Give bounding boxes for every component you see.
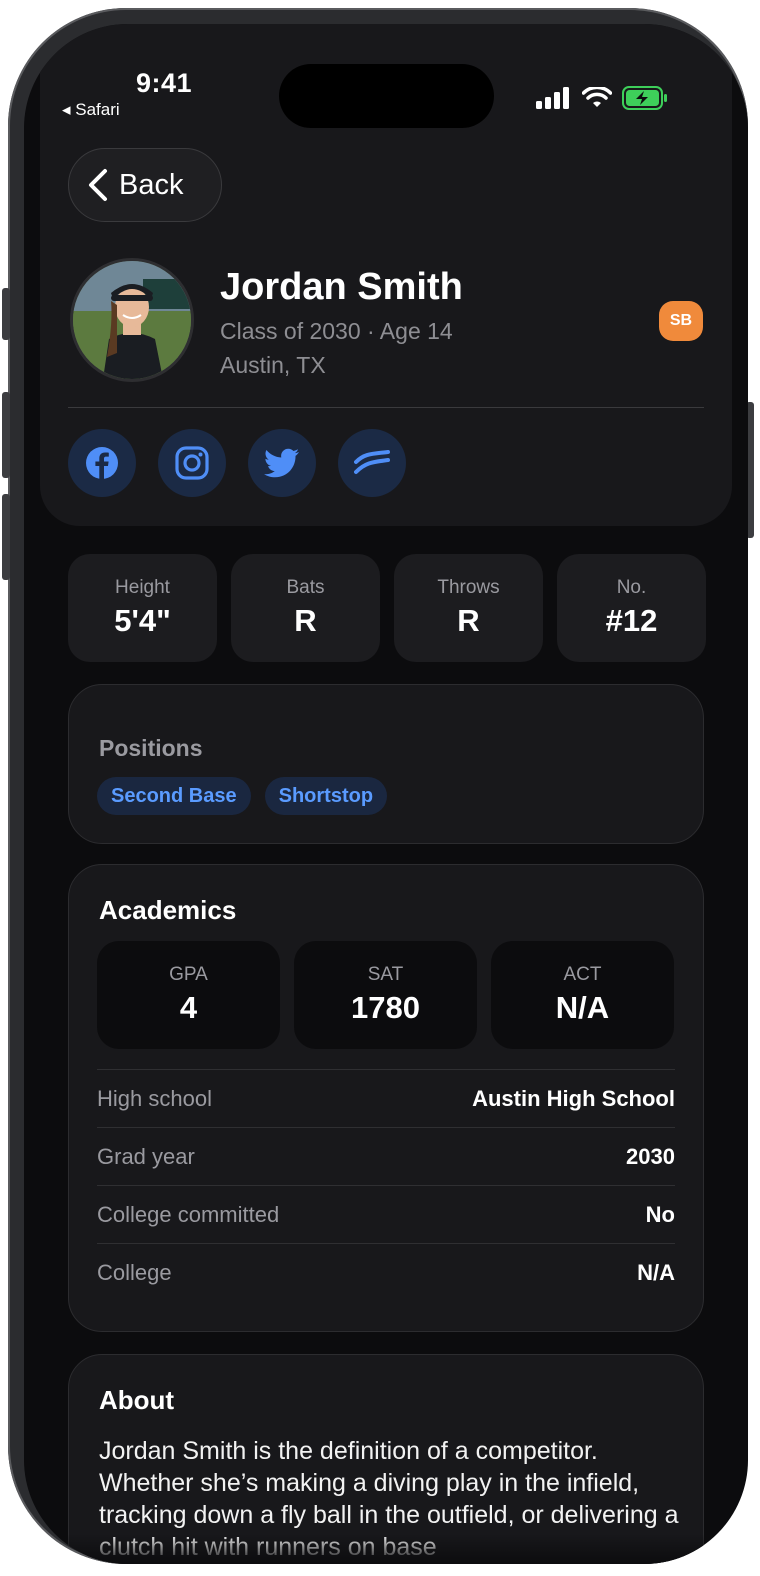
position-chips: Second Base Shortstop <box>97 777 388 815</box>
status-time: 9:41 <box>136 68 193 98</box>
academics-card: Academics GPA 4 SAT 1780 ACT N/A High sc… <box>68 864 704 1332</box>
wifi-icon <box>582 87 612 107</box>
wave-link-button[interactable] <box>338 429 406 497</box>
stat-label: No. <box>616 577 647 598</box>
position-chip[interactable]: Second Base <box>97 777 251 815</box>
test-scores: GPA 4 SAT 1780 ACT N/A <box>97 941 674 1049</box>
phone-frame: 9:41 ◂ Safari Back Jordan Smith Class of… <box>2 8 754 1564</box>
class-and-age: Class of 2030 · Age 14 <box>220 318 453 344</box>
stat-value: #12 <box>605 603 658 638</box>
instagram-icon <box>175 446 209 480</box>
twitter-icon <box>264 448 299 478</box>
volume-up-button <box>2 392 10 478</box>
row-college: College N/A <box>97 1243 675 1301</box>
volume-down-button <box>2 494 10 580</box>
score-value: 1780 <box>351 990 420 1025</box>
stat-jersey-number: No. #12 <box>557 554 706 662</box>
row-value: 2030 <box>626 1143 675 1169</box>
row-label: Grad year <box>97 1143 195 1169</box>
physical-stats: Height 5'4" Bats R Throws R No. #12 <box>68 554 706 662</box>
status-back-to-safari[interactable]: ◂ Safari <box>62 100 120 120</box>
facebook-button[interactable] <box>68 429 136 497</box>
row-value: No <box>645 1201 675 1227</box>
battery-charging-icon <box>622 86 667 110</box>
score-sat: SAT 1780 <box>294 941 477 1049</box>
stat-label: Bats <box>286 577 325 598</box>
athlete-photo <box>73 261 191 379</box>
row-high-school: High school Austin High School <box>97 1069 675 1127</box>
stat-label: Height <box>115 577 170 598</box>
back-button[interactable]: Back <box>68 148 222 222</box>
score-act: ACT N/A <box>491 941 674 1049</box>
row-label: College <box>97 1259 172 1285</box>
athlete-name: Jordan Smith <box>220 266 463 308</box>
positions-title: Positions <box>99 735 203 761</box>
divider <box>68 407 704 408</box>
screen: 9:41 ◂ Safari Back Jordan Smith Class of… <box>24 24 748 1564</box>
chevron-left-icon <box>89 169 107 201</box>
row-label: High school <box>97 1085 212 1111</box>
social-links <box>68 429 406 497</box>
stat-height: Height 5'4" <box>68 554 217 662</box>
facebook-icon <box>86 447 118 479</box>
score-value: N/A <box>555 990 610 1025</box>
row-college-committed: College committed No <box>97 1185 675 1243</box>
stat-bats: Bats R <box>231 554 380 662</box>
score-label: GPA <box>169 964 208 985</box>
avatar[interactable] <box>70 258 194 382</box>
twitter-button[interactable] <box>248 429 316 497</box>
back-button-label: Back <box>119 168 184 201</box>
row-label: College committed <box>97 1201 280 1227</box>
dynamic-island <box>279 64 494 128</box>
about-card: About Jordan Smith is the definition of … <box>68 1354 704 1564</box>
bottom-fade <box>24 1534 748 1564</box>
sport-badge: SB <box>659 301 703 341</box>
row-value: N/A <box>637 1259 675 1285</box>
location: Austin, TX <box>220 352 326 378</box>
positions-card: Positions Second Base Shortstop <box>68 684 704 844</box>
score-label: SAT <box>367 964 404 985</box>
position-chip[interactable]: Shortstop <box>264 777 388 815</box>
score-value: 4 <box>179 990 198 1025</box>
about-title: About <box>99 1385 175 1415</box>
mute-switch <box>2 288 10 340</box>
instagram-button[interactable] <box>158 429 226 497</box>
cellular-signal-icon <box>536 87 569 109</box>
academics-title: Academics <box>99 895 237 925</box>
score-label: ACT <box>563 964 602 985</box>
row-value: Austin High School <box>472 1085 675 1111</box>
score-gpa: GPA 4 <box>97 941 280 1049</box>
stat-value: 5'4" <box>114 603 171 638</box>
stat-value: R <box>294 603 317 638</box>
stat-value: R <box>457 603 480 638</box>
stat-throws: Throws R <box>394 554 543 662</box>
status-icons <box>536 86 668 110</box>
stat-label: Throws <box>437 577 500 598</box>
wave-icon <box>354 450 390 474</box>
row-grad-year: Grad year 2030 <box>97 1127 675 1185</box>
